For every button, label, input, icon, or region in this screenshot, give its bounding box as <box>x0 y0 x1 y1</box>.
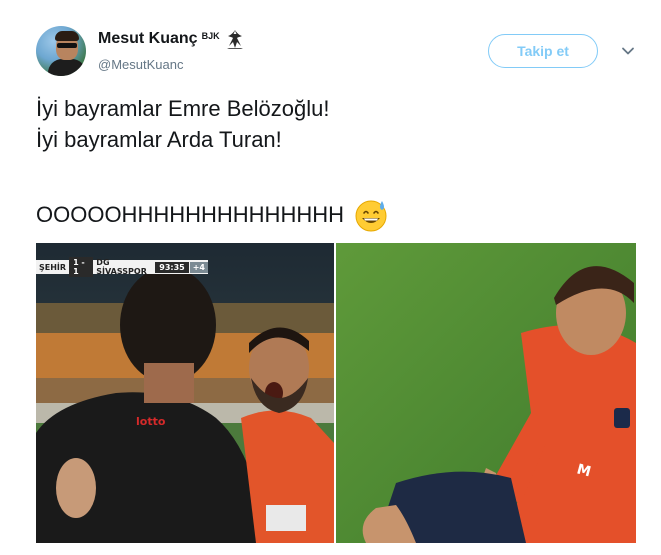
scoreboard-away: DG SİVASSPOR <box>96 258 147 276</box>
scoreboard-home: ŞEHİR <box>39 262 67 272</box>
tweet-text-line-3-row: OOOOOHHHHHHHHHHHHHH <box>36 197 389 233</box>
avatar-hair <box>55 31 79 41</box>
scoreboard-score: 1 - 1 <box>69 257 94 277</box>
scoreboard-clock: 93:35 <box>155 261 189 273</box>
author-handle[interactable]: @MesutKuanc <box>98 57 183 72</box>
tweet-header: Mesut Kuanç BJK @MesutKuanc Takip et <box>36 26 641 82</box>
avatar-body <box>48 59 86 76</box>
football-celebration-photo[interactable]: lotto ŞEHİR 1 - 1 DG SİVASSPOR 93:35 +4 <box>36 243 334 543</box>
eagle-icon <box>226 30 243 49</box>
tweet-text-line-3: OOOOOHHHHHHHHHHHHHH <box>36 202 344 227</box>
scoreboard-extra: +4 <box>189 261 208 273</box>
tweet-text-line-1: İyi bayramlar Emre Belözoğlu! <box>36 96 330 121</box>
author-name-row[interactable]: Mesut Kuanç BJK <box>98 30 247 50</box>
scoreboard: ŞEHİR 1 - 1 DG SİVASSPOR 93:35 +4 <box>36 257 208 277</box>
follow-button[interactable]: Takip et <box>488 34 598 68</box>
tweet-text: İyi bayramlar Emre Belözoğlu! İyi bayram… <box>36 93 636 155</box>
avatar-glasses <box>57 43 77 48</box>
sitting-player-photo-art: M <box>336 243 636 543</box>
avatar[interactable] <box>36 26 86 76</box>
celebration-photo-art: lotto <box>36 243 334 543</box>
grinning-face-with-sweat-icon <box>355 200 387 232</box>
tweet-media[interactable]: lotto ŞEHİR 1 - 1 DG SİVASSPOR 93:35 +4 <box>36 243 636 543</box>
tweet-text-line-2: İyi bayramlar Arda Turan! <box>36 127 282 152</box>
author-name[interactable]: Mesut Kuanç <box>98 30 198 48</box>
chevron-down-icon[interactable] <box>621 44 635 58</box>
author-badge: BJK <box>201 31 220 41</box>
svg-text:lotto: lotto <box>136 415 166 428</box>
football-player-sitting-photo[interactable]: M <box>336 243 636 543</box>
